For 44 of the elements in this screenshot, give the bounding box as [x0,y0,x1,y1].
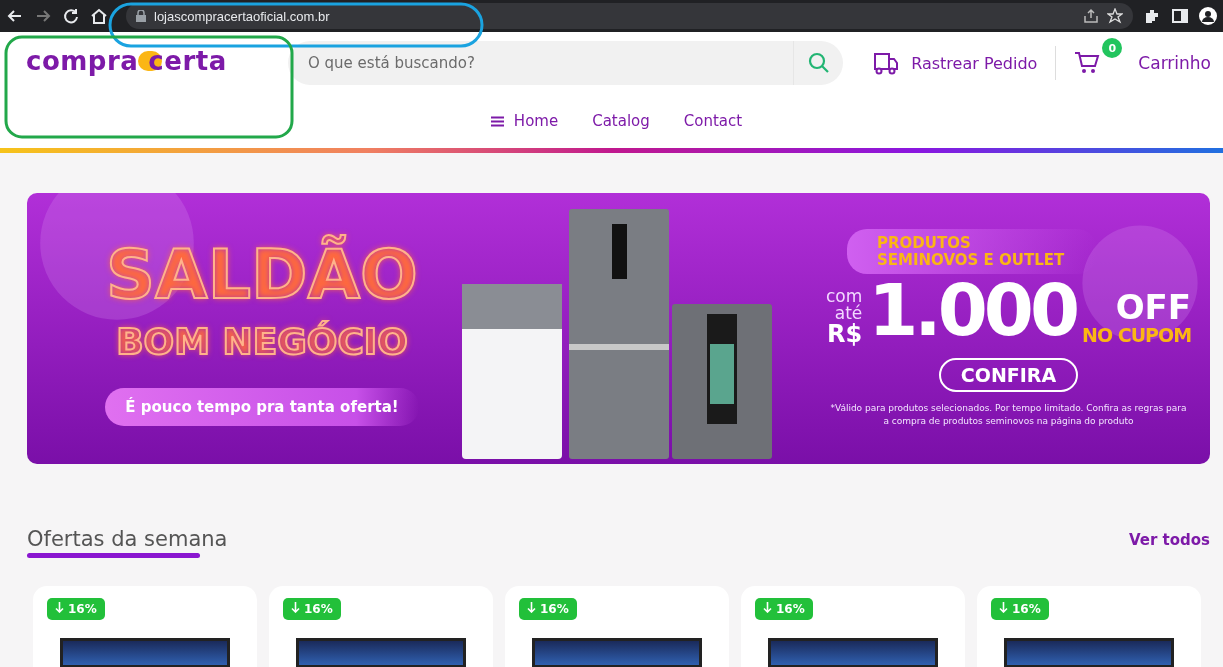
banner-subtitle: BOM NEGÓCIO [115,319,409,365]
lock-icon [136,10,146,22]
cart-link[interactable]: Carrinho [1138,53,1211,73]
down-arrow-icon [763,602,772,613]
search-icon [807,52,830,74]
banner-currency: R$ [827,322,863,347]
nav-link[interactable]: Contact [683,112,743,130]
discount-badge: 16% [47,598,105,620]
track-order-link[interactable]: Rastrear Pedido [873,51,1038,75]
star-icon[interactable] [1107,8,1123,24]
truck-icon [873,51,900,75]
section-title: Ofertas da semana [27,527,228,551]
nav-link[interactable]: Home [490,112,559,130]
search-field[interactable]: O que está buscando? [288,41,843,85]
see-all-link[interactable]: Ver todos [1128,531,1210,549]
discount-badge: 16% [755,598,813,620]
banner-title: SALDÃO [105,233,419,316]
banner-text: até [834,305,863,323]
down-arrow-icon [527,602,536,613]
address-bar[interactable]: lojascompracertaoficial.com.br [126,3,1133,29]
side-panel-icon[interactable] [1171,7,1189,25]
cart-count-badge: 0 [1102,38,1123,58]
down-arrow-icon [291,602,300,613]
cart-icon[interactable] [1074,50,1101,76]
profile-icon[interactable] [1199,7,1217,25]
reload-icon[interactable] [62,7,80,25]
discount-badge: 16% [991,598,1049,620]
discount-badge: 16% [283,598,341,620]
banner-coupon: NO CUPOM [1082,324,1192,347]
url-text: lojascompracertaoficial.com.br [154,8,330,24]
confira-button[interactable]: CONFIRA [938,358,1079,393]
share-icon[interactable] [1083,8,1099,24]
nav-link[interactable]: Catalog [592,112,650,130]
banner-tagline: É pouco tempo pra tanta oferta! [105,388,419,427]
puzzle-icon[interactable] [1143,7,1161,25]
down-arrow-icon [999,602,1008,613]
down-arrow-icon [55,602,64,613]
promo-banner[interactable] [27,193,1210,464]
search-input[interactable]: O que está buscando? [306,53,793,73]
banner-off: OFF [1115,290,1192,325]
discount-badge: 16% [519,598,577,620]
banner-disclaimer: *Válido para produtos selecionados. Por tempo limitado. Confira as regras para a compra de produtos seminovos na página do produto [829,402,1188,428]
banner-amount: 1.000 [868,274,1076,347]
home-icon[interactable] [90,7,108,25]
